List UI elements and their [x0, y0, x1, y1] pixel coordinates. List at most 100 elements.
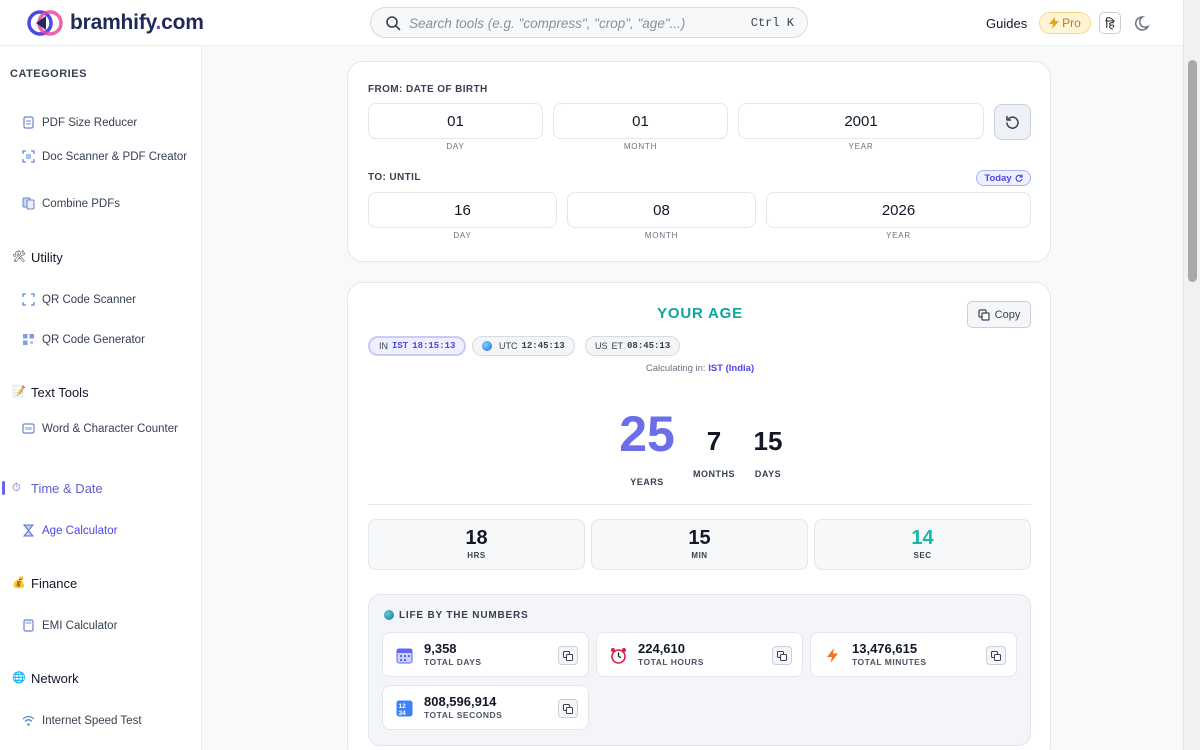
to-year-caption: YEAR: [886, 231, 911, 240]
calculating-zone: IST (India): [708, 363, 755, 374]
search-shortcut: Ctrl K: [750, 16, 794, 30]
copy-stat-button[interactable]: [558, 646, 578, 665]
pro-label: Pro: [1062, 16, 1081, 30]
sidebar-group-utility[interactable]: 🛠 Utility: [12, 250, 63, 265]
to-day-input[interactable]: 16: [368, 192, 557, 228]
sidebar-group-network[interactable]: 🌐 Network: [12, 671, 79, 686]
copy-stat-button[interactable]: [558, 699, 578, 718]
alarm-clock-icon: [611, 648, 626, 664]
group-label: Utility: [31, 250, 63, 265]
copy-button[interactable]: Copy: [967, 301, 1031, 328]
sidebar-item-speed-test[interactable]: Internet Speed Test: [22, 714, 192, 728]
copy-icon: [978, 308, 990, 321]
copy-icon: [563, 703, 573, 714]
from-label: FROM: DATE OF BIRTH: [368, 84, 488, 95]
guides-link[interactable]: Guides: [986, 16, 1027, 31]
stat-total-seconds: 12 34 808,596,914 TOTAL SECONDS: [382, 685, 589, 730]
today-label: Today: [984, 172, 1012, 184]
refresh-icon: [1015, 174, 1023, 182]
age-result-card: YOUR AGE Copy IN IST 18:15:13 UTC 12:45:…: [347, 282, 1051, 750]
life-by-numbers-panel: LIFE BY THE NUMBERS 9,358 TOTAL DAYS 224…: [368, 594, 1031, 746]
minutes-caption: MIN: [691, 551, 708, 560]
sidebar-item-combine-pdfs[interactable]: Combine PDFs: [22, 197, 192, 211]
bolt-icon: [1049, 17, 1060, 29]
stat-value: 224,610: [638, 641, 685, 656]
calculator-icon: [23, 619, 34, 632]
sidebar-item-pdf-size-reducer[interactable]: PDF Size Reducer: [22, 116, 192, 130]
sidebar-item-label: QR Code Scanner: [42, 294, 136, 306]
today-button[interactable]: Today: [976, 170, 1031, 186]
sidebar-item-age-calculator[interactable]: Age Calculator: [22, 524, 192, 538]
sidebar-item-emi-calculator[interactable]: EMI Calculator: [22, 619, 192, 633]
sidebar-item-doc-scanner[interactable]: Doc Scanner & PDF Creator: [22, 150, 192, 164]
minutes-value: 15: [688, 527, 711, 549]
sidebar-group-finance[interactable]: 💰 Finance: [12, 576, 77, 591]
tz-zone: ET: [611, 341, 624, 351]
timezone-et[interactable]: US ET 08:45:13: [585, 336, 681, 356]
seconds-value: 14: [911, 527, 934, 549]
hours-box: 18 HRS: [368, 519, 585, 570]
sidebar-item-word-counter[interactable]: Word & Character Counter: [22, 422, 192, 436]
reset-icon: [1006, 115, 1019, 129]
numbers-icon: 1234: [396, 700, 413, 717]
to-year-input[interactable]: 2026: [766, 192, 1031, 228]
date-input-card: FROM: DATE OF BIRTH 01 01 2001 DAY MONTH…: [347, 61, 1051, 262]
minutes-box: 15 MIN: [591, 519, 808, 570]
sidebar-item-label: Word & Character Counter: [42, 423, 178, 435]
tz-time: 12:45:13: [521, 341, 565, 351]
search-icon: [386, 16, 401, 31]
sidebar-group-text-tools[interactable]: 📝 Text Tools: [12, 385, 89, 400]
logo-mark-icon: [27, 10, 63, 36]
group-label: Network: [31, 671, 79, 686]
scrollbar-thumb[interactable]: [1188, 60, 1197, 282]
pro-button[interactable]: Pro: [1039, 12, 1091, 34]
reset-button[interactable]: [994, 104, 1031, 140]
search-bar[interactable]: Ctrl K: [370, 7, 808, 38]
group-label: Finance: [31, 576, 78, 591]
from-day-input[interactable]: 01: [368, 103, 543, 139]
age-title: YOUR AGE: [657, 305, 743, 322]
from-year-input[interactable]: 2001: [738, 103, 984, 139]
flag-us: US: [595, 341, 608, 351]
search-input[interactable]: [409, 13, 739, 33]
sidebar-item-label: Combine PDFs: [42, 198, 120, 210]
stopwatch-icon: ⏱: [12, 482, 21, 494]
stat-value: 808,596,914: [424, 694, 497, 709]
copy-stat-button[interactable]: [772, 646, 792, 665]
copy-label: Copy: [994, 308, 1021, 321]
moon-icon[interactable]: [1134, 13, 1154, 33]
months-caption: MONTHS: [693, 469, 735, 479]
timezone-utc[interactable]: UTC 12:45:13: [472, 336, 575, 356]
sidebar-item-label: PDF Size Reducer: [42, 117, 138, 129]
counter-icon: [22, 423, 35, 434]
sidebar: CATEGORIES PDF Size Reducer Doc Scanner …: [0, 46, 202, 750]
svg-text:12: 12: [399, 703, 407, 710]
sidebar-item-label: Internet Speed Test: [42, 715, 142, 727]
sidebar-item-label: Age Calculator: [42, 525, 118, 537]
tz-time: 18:15:13: [412, 341, 456, 351]
timezone-ist[interactable]: IN IST 18:15:13: [368, 336, 467, 356]
tz-zone: UTC: [499, 341, 518, 351]
copy-icon: [991, 650, 1001, 661]
hourglass-icon: [22, 524, 35, 537]
to-day-caption: DAY: [453, 231, 472, 240]
sidebar-item-label: Doc Scanner & PDF Creator: [42, 151, 188, 163]
sidebar-group-time-date[interactable]: ⏱ Time & Date: [12, 481, 103, 496]
copy-stat-button[interactable]: [986, 646, 1006, 665]
sidebar-item-qr-scanner[interactable]: QR Code Scanner: [22, 293, 192, 307]
to-month-input[interactable]: 08: [567, 192, 756, 228]
top-header: bramhify.com Ctrl K Guides Pro हि: [0, 0, 1183, 46]
stat-label: TOTAL DAYS: [424, 657, 482, 667]
page-scrollbar[interactable]: [1183, 0, 1200, 750]
language-toggle[interactable]: हि: [1099, 12, 1121, 34]
globe-icon: 🌐: [12, 672, 26, 684]
group-label: Text Tools: [31, 385, 89, 400]
sidebar-item-label: QR Code Generator: [42, 334, 145, 346]
site-logo[interactable]: bramhify.com: [26, 8, 204, 38]
sidebar-item-label: EMI Calculator: [42, 620, 118, 632]
group-label: Time & Date: [31, 481, 103, 496]
from-month-input[interactable]: 01: [553, 103, 728, 139]
memo-icon: 📝: [12, 386, 26, 398]
divider: [368, 504, 1031, 505]
sidebar-item-qr-generator[interactable]: QR Code Generator: [22, 333, 192, 347]
